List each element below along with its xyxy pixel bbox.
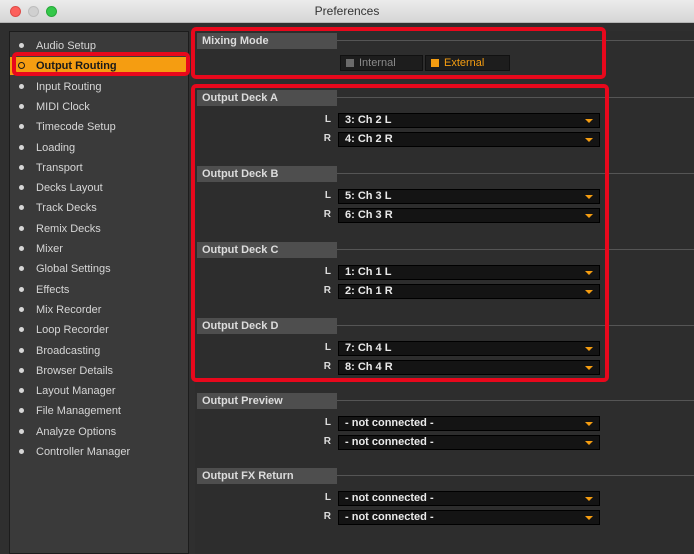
channel-left-label: L xyxy=(324,417,331,428)
section-header: Output Preview xyxy=(197,393,337,409)
sidebar-item-label: Controller Manager xyxy=(36,446,131,458)
sidebar-item-label: Browser Details xyxy=(36,364,114,377)
section-header: Output FX Return xyxy=(197,468,337,484)
sidebar-item-label: Timecode Setup xyxy=(36,121,116,134)
sidebar-item[interactable]: Track Decks xyxy=(10,199,188,217)
mixing-mode-highlight-box xyxy=(191,27,606,79)
sidebar-item-label: Effects xyxy=(36,283,70,296)
sidebar-item-label: Global Settings xyxy=(36,263,111,276)
sidebar-item[interactable]: Input Routing xyxy=(10,78,188,96)
sidebar-item-label: Mixer xyxy=(36,243,63,255)
bullet-icon xyxy=(19,83,24,89)
sidebar-item[interactable]: Broadcasting xyxy=(10,342,188,360)
sidebar-item[interactable]: Timecode Setup xyxy=(10,118,188,136)
section-divider xyxy=(337,400,694,401)
sidebar-item[interactable]: File Management xyxy=(10,402,188,420)
channel-right-dropdown[interactable]: - not connected - xyxy=(338,510,600,525)
title-bar: Preferences xyxy=(0,0,694,23)
dropdown-value: - not connected - xyxy=(345,436,434,448)
bullet-icon xyxy=(19,408,24,414)
bullet-icon xyxy=(19,185,24,191)
bullet-icon xyxy=(19,449,24,454)
sidebar-item[interactable]: Effects xyxy=(10,281,188,299)
sidebar-item-label: Remix Decks xyxy=(36,222,101,235)
sidebar-item[interactable]: Loading xyxy=(10,139,188,157)
sidebar-item[interactable]: MIDI Clock xyxy=(10,98,188,116)
window-title: Preferences xyxy=(314,4,380,18)
chevron-down-icon xyxy=(585,441,593,445)
channel-left-dropdown[interactable]: - not connected - xyxy=(338,416,600,431)
sidebar-highlight-box xyxy=(12,52,190,76)
bullet-icon xyxy=(19,144,24,150)
bullet-icon xyxy=(19,43,24,48)
sidebar-item-label: Audio Setup xyxy=(36,40,96,52)
bullet-icon xyxy=(19,266,24,272)
bullet-icon xyxy=(19,103,24,109)
channel-right-dropdown[interactable]: - not connected - xyxy=(338,435,600,450)
bullet-icon xyxy=(19,327,24,333)
sidebar-item[interactable]: Decks Layout xyxy=(10,179,188,197)
bullet-icon xyxy=(19,347,24,353)
section-divider xyxy=(337,475,694,476)
bullet-icon xyxy=(19,388,24,394)
bullet-icon xyxy=(19,246,24,251)
sidebar-item-label: MIDI Clock xyxy=(36,100,90,113)
bullet-icon xyxy=(19,225,24,231)
sidebar-item-label: Input Routing xyxy=(36,80,102,93)
sidebar-item-label: Broadcasting xyxy=(36,344,101,357)
sidebar-item-label: Analyze Options xyxy=(36,425,117,438)
chevron-down-icon xyxy=(585,422,593,426)
preferences-sidebar: Audio Setup Output Routing Input Routing MI… xyxy=(9,31,189,554)
sidebar-item[interactable]: Layout Manager xyxy=(10,382,188,400)
chevron-down-icon xyxy=(585,516,593,520)
sidebar-item[interactable]: Mixer xyxy=(10,240,188,258)
bullet-icon xyxy=(19,367,24,373)
bullet-icon xyxy=(19,164,24,170)
sidebar-item-label: Mix Recorder xyxy=(36,303,102,316)
sidebar-item[interactable]: Transport xyxy=(10,159,188,177)
sidebar-item-label: Loop Recorder xyxy=(36,324,109,337)
bullet-icon xyxy=(19,205,24,211)
sidebar-item-label: Track Decks xyxy=(36,202,97,215)
bullet-icon xyxy=(19,124,24,130)
sidebar-item-label: Transport xyxy=(36,161,83,174)
sidebar-item-label: Decks Layout xyxy=(36,182,103,195)
sidebar-item[interactable]: Loop Recorder xyxy=(10,321,188,339)
bullet-icon xyxy=(19,286,24,292)
bullet-icon xyxy=(19,306,24,312)
sidebar-item[interactable]: Controller Manager xyxy=(10,443,188,461)
dropdown-value: - not connected - xyxy=(345,511,434,523)
sidebar-item[interactable]: Analyze Options xyxy=(10,423,188,441)
channel-right-label: R xyxy=(323,511,331,522)
sidebar-item[interactable]: Browser Details xyxy=(10,362,188,380)
sidebar-item-label: File Management xyxy=(36,405,121,418)
channel-left-label: L xyxy=(324,492,331,503)
sidebar-item[interactable]: Mix Recorder xyxy=(10,301,188,319)
sidebar-item[interactable]: Remix Decks xyxy=(10,220,188,238)
sidebar-item[interactable]: Global Settings xyxy=(10,260,188,278)
channel-left-dropdown[interactable]: - not connected - xyxy=(338,491,600,506)
dropdown-value: - not connected - xyxy=(345,492,434,504)
channel-right-label: R xyxy=(323,436,331,447)
sidebar-item-label: Layout Manager xyxy=(36,385,116,398)
output-decks-highlight-box xyxy=(191,84,609,382)
dropdown-value: - not connected - xyxy=(345,417,434,429)
chevron-down-icon xyxy=(585,497,593,501)
bullet-icon xyxy=(19,428,24,434)
sidebar-item-label: Loading xyxy=(36,141,76,154)
